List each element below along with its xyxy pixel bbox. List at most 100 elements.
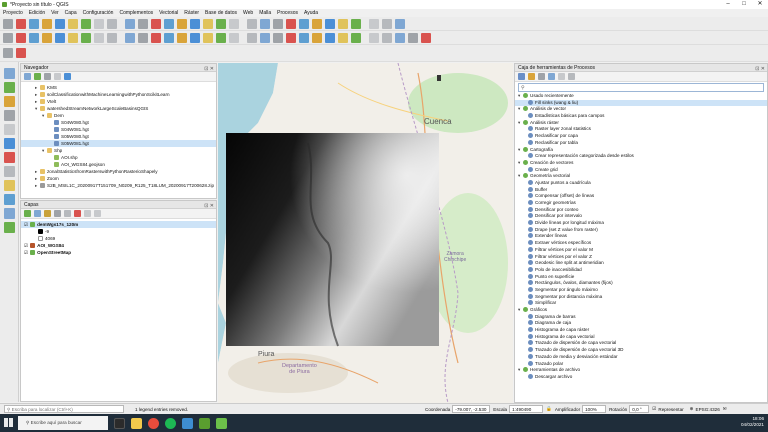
- models-icon[interactable]: [518, 73, 525, 80]
- digitize-icon[interactable]: [3, 32, 13, 43]
- paste-icon[interactable]: [312, 32, 322, 43]
- toolbox-algorithm[interactable]: Raster layer zonal statistics: [515, 126, 767, 133]
- layers-panel-close-icon[interactable]: ⊡ ✕: [204, 202, 214, 210]
- menu-item-3[interactable]: Capa: [65, 10, 77, 16]
- options-icon[interactable]: [568, 73, 575, 80]
- layer-item[interactable]: -9: [21, 228, 216, 235]
- toolbox-algorithm[interactable]: Diagrama de caja: [515, 320, 767, 327]
- toolbox-algorithm[interactable]: Corregir geometrías: [515, 200, 767, 207]
- toolbox-algorithm[interactable]: Segmentar por ángulo máximo: [515, 286, 767, 294]
- menu-item-8[interactable]: Base de datos: [205, 10, 237, 16]
- toolbox-algorithm[interactable]: Descargar archivo: [515, 373, 767, 381]
- python-console-icon[interactable]: [190, 18, 200, 29]
- toolbox-algorithm[interactable]: Divide líneas por longitud máxima: [515, 220, 767, 227]
- zoom-in-icon[interactable]: [55, 18, 65, 29]
- browser-item[interactable]: ▾ Dem: [21, 112, 216, 119]
- browser-item[interactable]: ▸ Zoom: [21, 175, 216, 182]
- coordinate-field[interactable]: -79.007, -2.530: [452, 405, 491, 413]
- browser-item[interactable]: ▸ KMS: [21, 84, 216, 91]
- menu-item-11[interactable]: Procesos: [277, 10, 298, 16]
- collapse-all-icon[interactable]: [54, 73, 61, 80]
- rotate-icon[interactable]: [203, 32, 213, 43]
- add-vector-icon[interactable]: [4, 68, 15, 79]
- browser-item[interactable]: AOI_WGS84.geojson: [21, 161, 216, 168]
- messages-icon[interactable]: ✉: [723, 406, 727, 412]
- add-raster-icon[interactable]: [4, 82, 15, 93]
- new-shapefile-icon[interactable]: [4, 208, 15, 219]
- zoom-full-icon[interactable]: [81, 18, 91, 29]
- pan-icon[interactable]: [42, 18, 52, 29]
- add-wcs-icon[interactable]: [4, 180, 15, 191]
- toolbox-group[interactable]: ▾ Gráficos: [515, 307, 767, 314]
- toolbox-search-input[interactable]: ⚲: [518, 83, 764, 92]
- filter-icon[interactable]: [44, 73, 51, 80]
- measure-icon[interactable]: [125, 18, 135, 29]
- layer-item[interactable]: ☑ OpenStreetMap: [21, 249, 216, 256]
- crs-button[interactable]: EPSG:4326: [696, 407, 720, 412]
- grass-tools-icon[interactable]: [16, 48, 26, 58]
- browser-item[interactable]: ▸ S2B_MSIL1C_20200917T151709_N0209_R125_T…: [21, 182, 216, 189]
- toolbox-algorithm[interactable]: Buffer: [515, 186, 767, 194]
- cut-icon[interactable]: [286, 32, 296, 43]
- layer-visibility-checkbox[interactable]: ☑: [24, 222, 28, 227]
- browser-item[interactable]: ▾ watershedStreamNetworkLargeScaleBasinsQ…: [21, 105, 216, 112]
- vscode-icon[interactable]: [182, 417, 193, 429]
- menu-item-1[interactable]: Edición: [29, 10, 45, 16]
- toolbox-group[interactable]: ▾ Análisis de vector: [515, 106, 767, 113]
- rotate-icon[interactable]: [421, 32, 431, 43]
- add-virtual-icon[interactable]: [4, 194, 15, 205]
- merge-icon[interactable]: [408, 32, 418, 43]
- toolbox-algorithm[interactable]: Simplificar: [515, 300, 767, 307]
- menu-item-9[interactable]: Web: [243, 10, 253, 16]
- processing-toolbox-icon[interactable]: [3, 48, 13, 58]
- vertex-tool-icon[interactable]: [260, 32, 270, 43]
- menu-item-6[interactable]: Vectorial: [159, 10, 178, 16]
- move-feature-icon[interactable]: [29, 32, 39, 43]
- browser-item[interactable]: ▾ Shp: [21, 147, 216, 154]
- redo-icon[interactable]: [338, 32, 348, 43]
- plugin-icon[interactable]: [203, 18, 213, 29]
- toolbox-algorithm[interactable]: Ajustar puntos a cuadrícula: [515, 179, 767, 187]
- layer-item[interactable]: ☑ demWgs17s_120m: [21, 221, 216, 228]
- add-spatialite-icon[interactable]: [4, 124, 15, 135]
- toolbox-algorithm[interactable]: Filtrar vértices por el valor M: [515, 246, 767, 254]
- node-icon[interactable]: [138, 32, 148, 43]
- spotify-icon[interactable]: [165, 417, 176, 429]
- maximize-button[interactable]: □: [736, 0, 752, 9]
- toolbox-group[interactable]: ▾ Herramientas de archivo: [515, 367, 767, 374]
- toolbox-algorithm[interactable]: Rectángulos, óvalos, diamantes (fijos): [515, 280, 767, 287]
- toolbox-algorithm[interactable]: Create grid: [515, 166, 767, 174]
- windows-start-icon[interactable]: [4, 418, 13, 427]
- node-icon[interactable]: [351, 32, 361, 43]
- browser-item[interactable]: S05W081.hgt: [21, 140, 216, 147]
- vertex-tool-icon[interactable]: [42, 32, 52, 43]
- toolbox-algorithm[interactable]: Punto en superficie: [515, 273, 767, 281]
- minimize-button[interactable]: –: [720, 0, 736, 9]
- magnifier-field[interactable]: 100%: [582, 405, 607, 413]
- expand-all-icon[interactable]: [84, 210, 91, 217]
- new-project-icon[interactable]: [3, 18, 13, 29]
- delete-icon[interactable]: [55, 32, 65, 43]
- collapse-all-layers-icon[interactable]: [94, 210, 101, 217]
- browser-item[interactable]: ▸ soilClassificationwithMachineLearningwi…: [21, 91, 216, 98]
- browser-item[interactable]: S04W080.hgt: [21, 119, 216, 126]
- menu-item-5[interactable]: Complementos: [119, 10, 153, 16]
- add-group-icon[interactable]: [34, 210, 41, 217]
- redo-icon[interactable]: [125, 32, 135, 43]
- manage-themes-icon[interactable]: [44, 210, 51, 217]
- label-icon[interactable]: [177, 18, 187, 29]
- add-wms-icon[interactable]: [4, 152, 15, 163]
- scripts-icon[interactable]: [528, 73, 535, 80]
- toolbox-algorithm[interactable]: Histograma de capa ráster: [515, 327, 767, 334]
- attribute-table-icon[interactable]: [351, 18, 361, 29]
- menu-item-12[interactable]: Ayuda: [304, 10, 318, 16]
- toolbox-algorithm[interactable]: Extender líneas: [515, 233, 767, 240]
- field-calculator-icon[interactable]: [151, 18, 161, 29]
- task-view-icon[interactable]: [114, 417, 125, 429]
- advanced-digitize-icon[interactable]: [382, 32, 392, 43]
- menu-item-10[interactable]: Malla: [259, 10, 271, 16]
- toolbox-algorithm[interactable]: Compensar (offset) de líneas: [515, 193, 767, 200]
- toolbox-algorithm[interactable]: Extraer vértices específicos: [515, 240, 767, 247]
- open-project-icon[interactable]: [16, 18, 26, 29]
- map-canvas[interactable]: Cuenca Zamora Chinchipe Piura Departamen…: [218, 63, 513, 403]
